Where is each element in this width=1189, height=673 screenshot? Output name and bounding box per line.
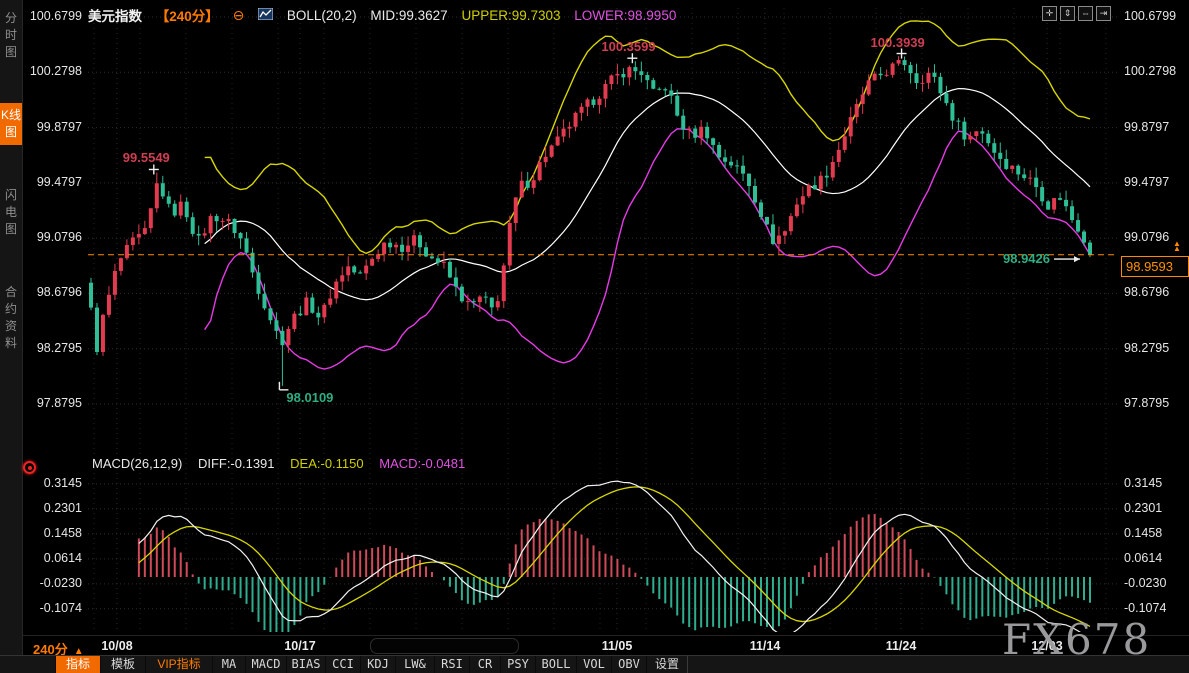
macd-tick-left-5: -0.1074: [20, 601, 82, 615]
date-label-3: 11/14: [735, 639, 795, 653]
macd-tick-right-1: 0.2301: [1124, 501, 1186, 515]
chart-app: 分时图K线图闪电图合约资料 美元指数 【240分】 ⊖ BOLL(20,2) M…: [0, 0, 1189, 673]
price-tick-right-1: 100.2798: [1124, 64, 1186, 78]
macd-title[interactable]: MACD(26,12,9): [92, 456, 182, 471]
macd-tick-left-4: -0.0230: [20, 576, 82, 590]
chart-header: 美元指数 【240分】 ⊖ BOLL(20,2) MID:99.3627 UPP…: [88, 5, 686, 23]
price-tick-right-0: 100.6799: [1124, 9, 1186, 23]
price-annotation-0: 99.5549: [123, 150, 170, 165]
toolbar-item-cn15[interactable]: 设置: [646, 656, 688, 673]
price-up-arrows-icon[interactable]: ▲▲: [1172, 241, 1182, 251]
shift-right-icon[interactable]: ⇥: [1096, 6, 1111, 21]
macd-tick-right-5: -0.1074: [1124, 601, 1186, 615]
boll-upper-value: UPPER:99.7303: [461, 8, 560, 23]
period-tag[interactable]: 【240分】: [156, 9, 219, 24]
price-tick-left-5: 98.6796: [20, 285, 82, 299]
toolbar-item-KDJ[interactable]: KDJ: [360, 656, 396, 673]
boll-mid-value: MID:99.3627: [370, 8, 447, 23]
x-axis-scale-icon[interactable]: ⇔: [1078, 6, 1093, 21]
price-tick-left-4: 99.0796: [20, 230, 82, 244]
price-tick-left-1: 100.2798: [20, 64, 82, 78]
scrollbar-thumb[interactable]: [370, 638, 519, 654]
macd-tick-right-3: 0.0614: [1124, 551, 1186, 565]
macd-tick-left-3: 0.0614: [20, 551, 82, 565]
y-axis-scale-icon[interactable]: ⇕: [1060, 6, 1075, 21]
date-label-1: 10/17: [270, 639, 330, 653]
price-tick-left-3: 99.4797: [20, 175, 82, 189]
boll-lower-value: LOWER:98.9950: [574, 8, 676, 23]
window-buttons: ✛⇕⇔⇥: [1039, 3, 1111, 21]
symbol-title: 美元指数: [88, 9, 142, 24]
macd-tick-left-0: 0.3145: [20, 476, 82, 490]
current-price-box: 98.9593: [1121, 256, 1189, 277]
macd-panel: [139, 481, 1090, 642]
macd-macd-value: MACD:-0.0481: [379, 456, 465, 471]
date-label-0: 10/08: [87, 639, 147, 653]
macd-tick-right-4: -0.0230: [1124, 576, 1186, 590]
toolbar-item-OBV[interactable]: OBV: [611, 656, 647, 673]
collapse-circle-icon[interactable]: ⊖: [233, 7, 245, 23]
macd-diff-value: DIFF:-0.1391: [198, 456, 275, 471]
price-annotation-3: 98.0109: [286, 390, 333, 405]
toolbar-item-cn1[interactable]: 模板: [100, 656, 146, 673]
pan-crosshair-icon[interactable]: ✛: [1042, 6, 1057, 21]
fx678-watermark: FX678: [1002, 615, 1151, 664]
price-tick-left-2: 99.8797: [20, 120, 82, 134]
toolbar-item-MA[interactable]: MA: [212, 656, 246, 673]
price-tick-right-7: 97.8795: [1124, 396, 1186, 410]
price-tick-right-5: 98.6796: [1124, 285, 1186, 299]
macd-tick-right-0: 0.3145: [1124, 476, 1186, 490]
macd-tick-left-1: 0.2301: [20, 501, 82, 515]
grid: [88, 8, 1118, 631]
toolbar-item-CCI[interactable]: CCI: [325, 656, 361, 673]
chart-type-icon[interactable]: [258, 8, 273, 23]
price-tick-left-7: 97.8795: [20, 396, 82, 410]
price-tick-right-2: 99.8797: [1124, 120, 1186, 134]
toolbar-item-RSI[interactable]: RSI: [434, 656, 470, 673]
macd-dea-value: DEA:-0.1150: [290, 456, 363, 471]
price-tick-right-6: 98.2795: [1124, 341, 1186, 355]
price-annotation-1: 100.3599: [601, 39, 655, 54]
toolbar-item-CR[interactable]: CR: [469, 656, 501, 673]
toolbar-item-BIAS[interactable]: BIAS: [286, 656, 326, 673]
price-annotation-2: 100.3939: [871, 35, 925, 50]
toolbar-item-cn0[interactable]: 指标: [55, 656, 101, 673]
chart-plot-area[interactable]: [0, 0, 1189, 673]
indicator-label[interactable]: BOLL(20,2): [287, 8, 357, 23]
price-annotation-4: 98.9426: [986, 251, 1050, 266]
price-tick-left-6: 98.2795: [20, 341, 82, 355]
price-tick-left-0: 100.6799: [20, 9, 82, 23]
toolbar-item-MACD[interactable]: MACD: [245, 656, 287, 673]
macd-header: MACD(26,12,9) DIFF:-0.1391 DEA:-0.1150 M…: [92, 456, 477, 471]
date-label-2: 11/05: [587, 639, 647, 653]
toolbar-item-PSY[interactable]: PSY: [500, 656, 536, 673]
toolbar-item-VOL[interactable]: VOL: [576, 656, 612, 673]
toolbar-item-LW[interactable]: LW&: [395, 656, 435, 673]
toolbar-item-VIP[interactable]: VIP指标: [145, 656, 213, 673]
macd-tick-left-2: 0.1458: [20, 526, 82, 540]
date-label-4: 11/24: [871, 639, 931, 653]
macd-tick-right-2: 0.1458: [1124, 526, 1186, 540]
price-tick-right-3: 99.4797: [1124, 175, 1186, 189]
target-dot-icon[interactable]: [23, 461, 36, 474]
toolbar-item-BOLL[interactable]: BOLL: [535, 656, 577, 673]
